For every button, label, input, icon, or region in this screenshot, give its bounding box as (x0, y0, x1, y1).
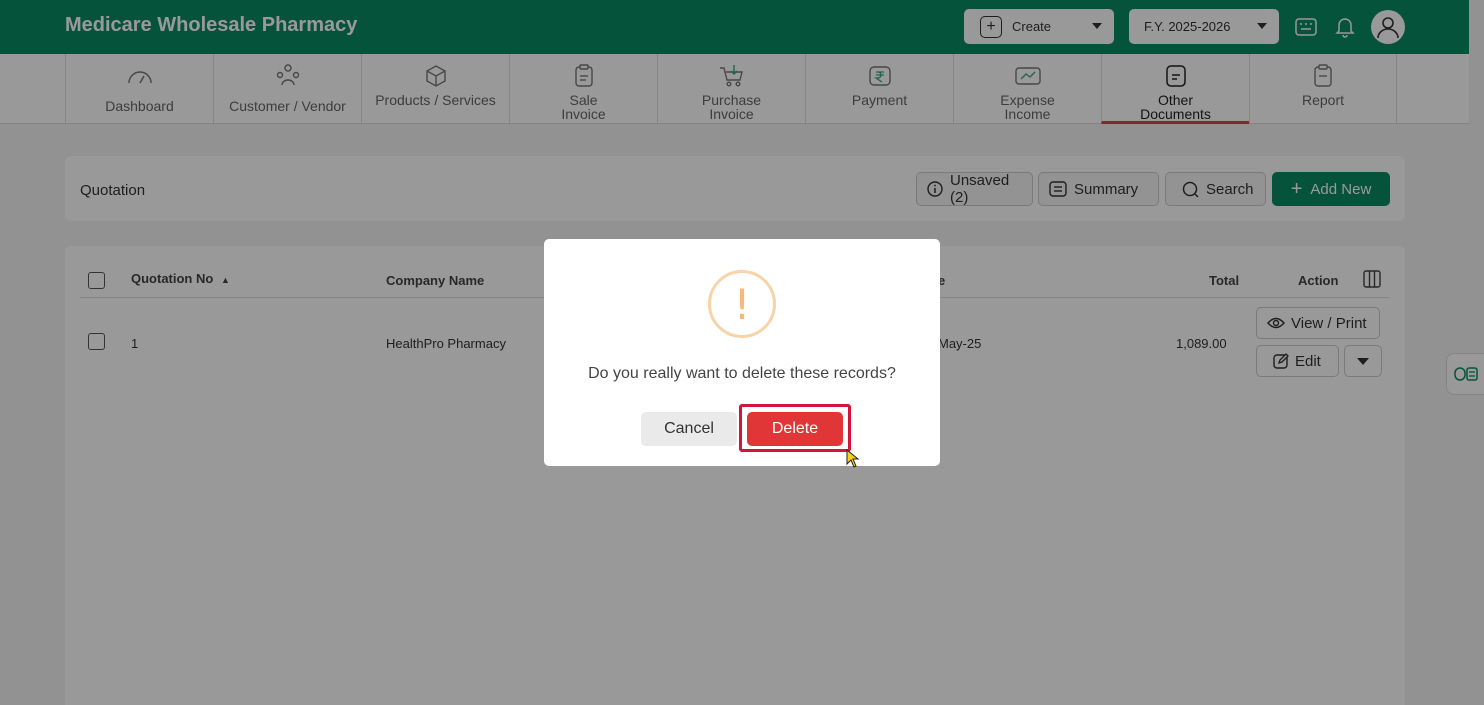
delete-confirm-dialog: ! Do you really want to delete these rec… (544, 239, 940, 466)
delete-button[interactable]: Delete (747, 412, 843, 446)
dialog-message: Do you really want to delete these recor… (588, 365, 896, 382)
mouse-cursor-icon (846, 449, 860, 468)
cancel-button[interactable]: Cancel (641, 412, 737, 446)
warning-icon: ! (708, 270, 776, 338)
